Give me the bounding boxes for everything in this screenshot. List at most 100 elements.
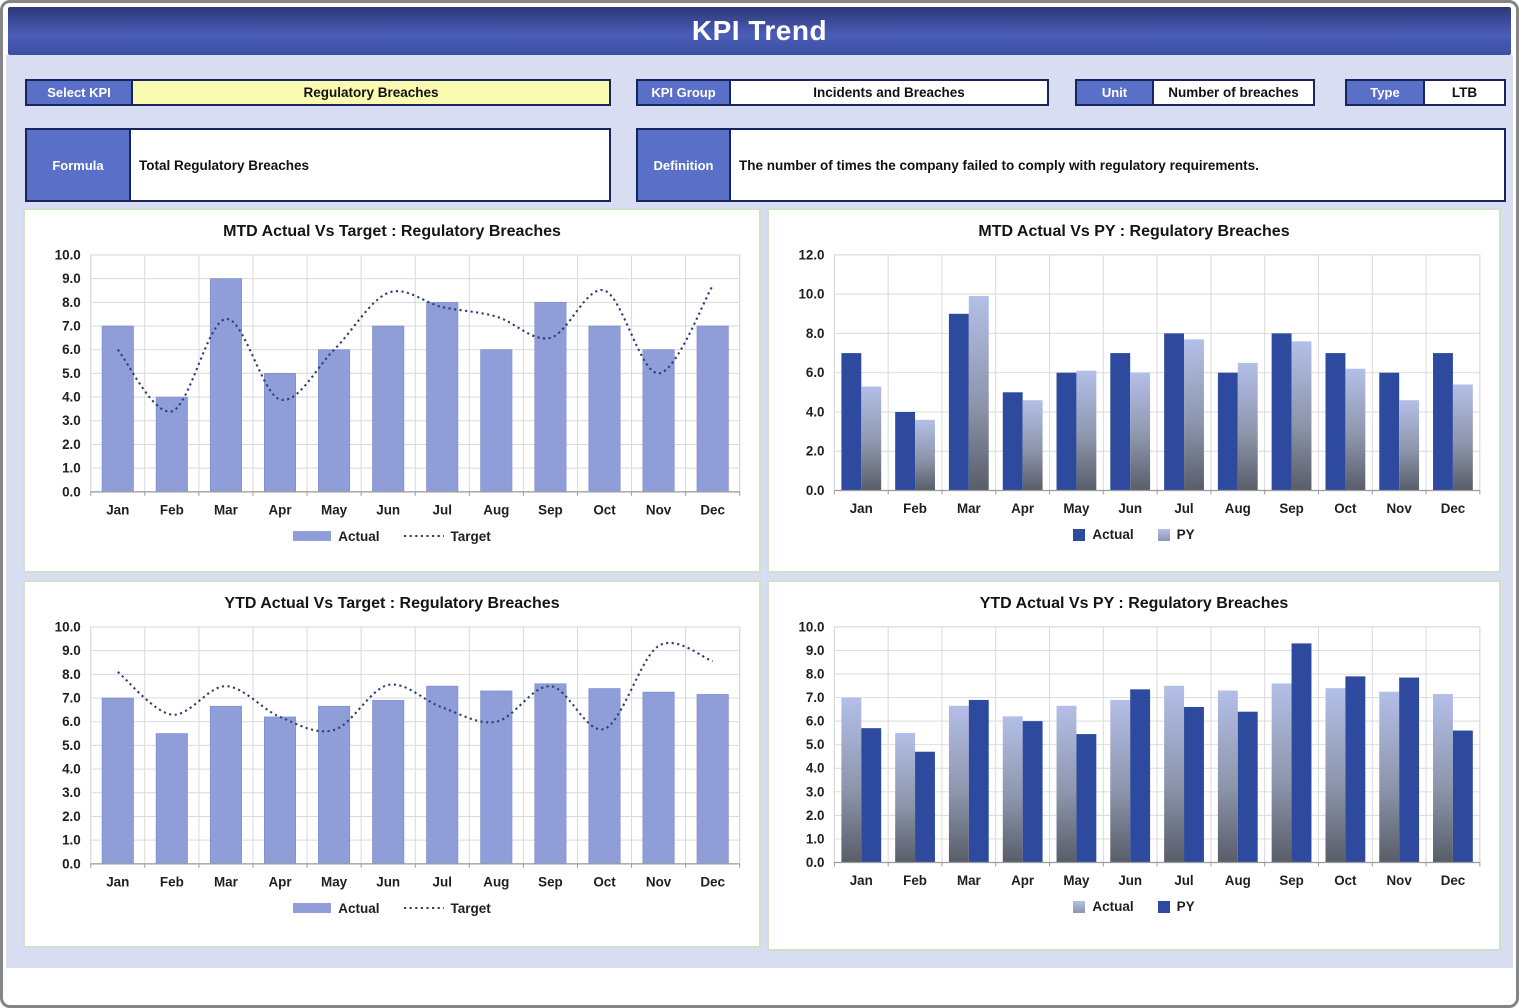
x-tick-label: May <box>321 503 348 518</box>
chart-plot-mtd-actual-vs-py: 0.02.04.06.08.010.012.0JanFebMarAprMayJu… <box>773 243 1496 527</box>
x-tick-label: Jan <box>106 503 129 518</box>
x-tick-label: Sep <box>1279 873 1304 888</box>
x-tick-label: Sep <box>538 875 563 890</box>
chart-title: YTD Actual Vs PY : Regulatory Breaches <box>980 595 1289 613</box>
x-tick-label: Dec <box>1440 501 1465 516</box>
bar-py-sep <box>1291 643 1311 862</box>
y-tick-label: 5.0 <box>806 737 825 752</box>
y-tick-label: 9.0 <box>806 643 825 658</box>
y-tick-label: 10.0 <box>798 287 824 302</box>
legend-swatch-light-bar <box>293 903 331 913</box>
bar-py-sep <box>1291 341 1311 490</box>
bar-py-apr <box>1022 721 1042 862</box>
bar-actual-aug <box>480 691 511 864</box>
x-tick-label: Feb <box>903 501 927 516</box>
bar-py-apr <box>1022 400 1042 490</box>
x-tick-label: Jan <box>106 875 129 890</box>
kpi-group-label: KPI Group <box>638 81 731 104</box>
bar-py-dec <box>1453 384 1473 490</box>
legend-label: PY <box>1177 899 1195 914</box>
legend-item-actual: Actual <box>1073 899 1133 914</box>
bar-actual-mar <box>210 706 241 864</box>
x-tick-label: Jun <box>376 875 400 890</box>
y-tick-label: 4.0 <box>806 404 825 419</box>
bar-actual-nov <box>643 350 674 492</box>
bar-actual-jul <box>426 302 457 492</box>
legend-item-actual: Actual <box>1073 527 1133 542</box>
legend-item-target: Target <box>404 529 491 544</box>
x-tick-label: Jul <box>1174 501 1193 516</box>
chart-card-mtd-actual-vs-py: MTD Actual Vs PY : Regulatory Breaches 0… <box>767 208 1501 573</box>
x-tick-label: Feb <box>160 875 184 890</box>
formula-label: Formula <box>27 130 131 200</box>
chart-card-ytd-actual-vs-target: YTD Actual Vs Target : Regulatory Breach… <box>23 580 761 948</box>
bar-actual-sep <box>534 684 565 864</box>
y-tick-label: 8.0 <box>806 666 825 681</box>
y-tick-label: 1.0 <box>806 831 825 846</box>
x-tick-label: Aug <box>1224 501 1250 516</box>
bar-py-aug <box>1237 363 1257 491</box>
unit-value: Number of breaches <box>1154 81 1313 104</box>
x-tick-label: Dec <box>700 503 725 518</box>
y-tick-label: 7.0 <box>62 318 81 333</box>
y-tick-label: 4.0 <box>62 390 81 405</box>
y-tick-label: 1.0 <box>62 461 81 476</box>
x-tick-label: Dec <box>700 875 725 890</box>
bar-actual-jan <box>841 353 861 490</box>
y-tick-label: 0.0 <box>62 856 81 871</box>
x-tick-label: Feb <box>903 873 927 888</box>
y-tick-label: 3.0 <box>62 785 81 800</box>
y-tick-label: 3.0 <box>62 413 81 428</box>
y-tick-label: 7.0 <box>806 690 825 705</box>
bar-actual-sep <box>534 302 565 492</box>
y-tick-label: 3.0 <box>806 784 825 799</box>
kpi-group-value: Incidents and Breaches <box>731 81 1047 104</box>
chart-card-mtd-actual-vs-target: MTD Actual Vs Target : Regulatory Breach… <box>23 208 761 573</box>
select-kpi-label: Select KPI <box>27 81 133 104</box>
x-tick-label: Jun <box>376 503 400 518</box>
bar-actual-oct <box>1325 688 1345 862</box>
legend-label: Target <box>451 529 491 544</box>
x-tick-label: Oct <box>593 875 616 890</box>
bar-py-nov <box>1399 400 1419 490</box>
chart-plot-mtd-actual-vs-target: 0.01.02.03.04.05.06.07.08.09.010.0JanFeb… <box>29 243 756 529</box>
bar-py-may <box>1076 734 1096 862</box>
y-tick-label: 2.0 <box>806 808 825 823</box>
bar-actual-jun <box>1110 700 1130 863</box>
legend-swatch-dotted-line <box>404 903 444 913</box>
x-tick-label: Nov <box>1386 501 1412 516</box>
select-kpi-value[interactable]: Regulatory Breaches <box>133 81 609 104</box>
legend-swatch-gradient-bar <box>1073 901 1085 913</box>
bar-actual-may <box>318 350 349 492</box>
field-definition: Definition The number of times the compa… <box>636 128 1506 202</box>
y-tick-label: 2.0 <box>62 437 81 452</box>
y-tick-label: 5.0 <box>62 366 81 381</box>
bar-actual-mar <box>210 279 241 492</box>
bar-actual-oct <box>588 689 619 864</box>
bar-py-jan <box>861 386 881 490</box>
definition-value: The number of times the company failed t… <box>731 130 1504 200</box>
legend-swatch-gradient-bar <box>1158 529 1170 541</box>
field-unit: Unit Number of breaches <box>1075 79 1315 106</box>
legend-swatch-dotted-line <box>404 531 444 541</box>
y-tick-label: 6.0 <box>806 714 825 729</box>
x-tick-label: Jun <box>1118 873 1142 888</box>
bar-actual-jul <box>1164 333 1184 490</box>
bar-actual-nov <box>1379 373 1399 491</box>
bar-actual-dec <box>697 326 728 492</box>
bar-py-mar <box>968 296 988 490</box>
bar-actual-jan <box>841 698 861 863</box>
x-tick-label: Oct <box>593 503 616 518</box>
legend-label: Target <box>451 901 491 916</box>
bar-actual-jun <box>372 700 403 863</box>
bar-actual-aug <box>1218 691 1238 863</box>
type-value: LTB <box>1425 81 1504 104</box>
legend-label: PY <box>1177 527 1195 542</box>
bar-actual-mar <box>949 314 969 491</box>
bar-actual-apr <box>264 373 295 491</box>
y-tick-label: 0.0 <box>806 483 825 498</box>
chart-legend: Actual PY <box>1073 899 1194 914</box>
field-select-kpi: Select KPI Regulatory Breaches <box>25 79 611 106</box>
y-tick-label: 12.0 <box>798 247 824 262</box>
y-tick-label: 1.0 <box>62 833 81 848</box>
